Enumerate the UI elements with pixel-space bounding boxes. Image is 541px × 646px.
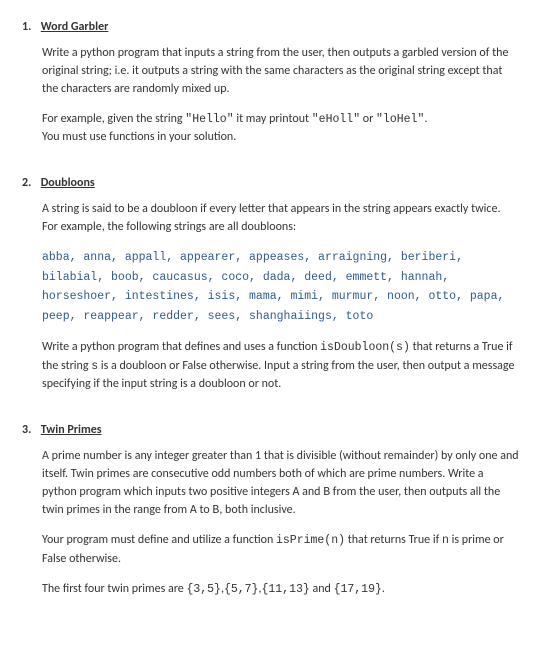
problem-number: 2. <box>22 174 38 192</box>
paragraph: Write a python program that inputs a str… <box>42 44 519 98</box>
problem-1: 1. Word Garbler Write a python program t… <box>22 18 519 146</box>
paragraph: Your program must define and utilize a f… <box>42 531 519 567</box>
code-literal: A <box>190 504 197 517</box>
problem-body: A prime number is any integer greater th… <box>22 447 519 598</box>
code-literal: "Hello" <box>185 113 233 126</box>
problem-number: 3. <box>22 421 38 439</box>
text: or <box>360 112 376 126</box>
problem-2: 2. Doubloons A string is said to be a do… <box>22 174 519 393</box>
problem-title: Doubloons <box>41 176 95 190</box>
text: The first four twin primes are <box>42 582 186 596</box>
code-literal: {5,7} <box>224 583 259 596</box>
problem-heading: 2. Doubloons <box>22 174 519 192</box>
paragraph: You must use functions in your solution. <box>42 128 519 146</box>
text: and <box>299 485 323 499</box>
paragraph: A string is said to be a doubloon if eve… <box>42 200 519 236</box>
code-literal: {3,5} <box>186 583 221 596</box>
text: Write a python program that defines and … <box>42 340 320 354</box>
text: it may printout <box>234 112 312 126</box>
problem-heading: 1. Word Garbler <box>22 18 519 36</box>
text: and <box>310 582 334 596</box>
text: . <box>382 582 385 596</box>
text: . <box>424 112 427 126</box>
text: is a doubloon or False otherwise. Input … <box>42 359 514 391</box>
problem-title: Twin Primes <box>41 423 102 437</box>
problem-number: 1. <box>22 18 38 36</box>
code-literal: "loHel" <box>376 113 424 126</box>
doubloon-examples: abba, anna, appall, appearer, appeases, … <box>42 248 519 326</box>
code-literal: {17,19} <box>334 583 382 596</box>
problem-heading: 3. Twin Primes <box>22 421 519 439</box>
paragraph: For example, given the string "Hello" it… <box>42 110 519 128</box>
code-literal: {11,13} <box>261 583 309 596</box>
paragraph: Write a python program that defines and … <box>42 338 519 393</box>
problem-body: Write a python program that inputs a str… <box>22 44 519 146</box>
code-literal: isDoubloon(s) <box>320 341 410 354</box>
text: For example, given the string <box>42 112 185 126</box>
paragraph: The first four twin primes are {3,5},{5,… <box>42 580 519 598</box>
text: Your program must define and utilize a f… <box>42 533 276 547</box>
text: , both inclusive. <box>219 503 295 517</box>
problem-title: Word Garbler <box>41 20 109 34</box>
text: that returns True if <box>345 533 442 547</box>
paragraph: A prime number is any integer greater th… <box>42 447 519 520</box>
text: to <box>197 503 213 517</box>
problem-3: 3. Twin Primes A prime number is any int… <box>22 421 519 598</box>
problem-body: A string is said to be a doubloon if eve… <box>22 200 519 393</box>
code-literal: "eHoll" <box>312 113 360 126</box>
